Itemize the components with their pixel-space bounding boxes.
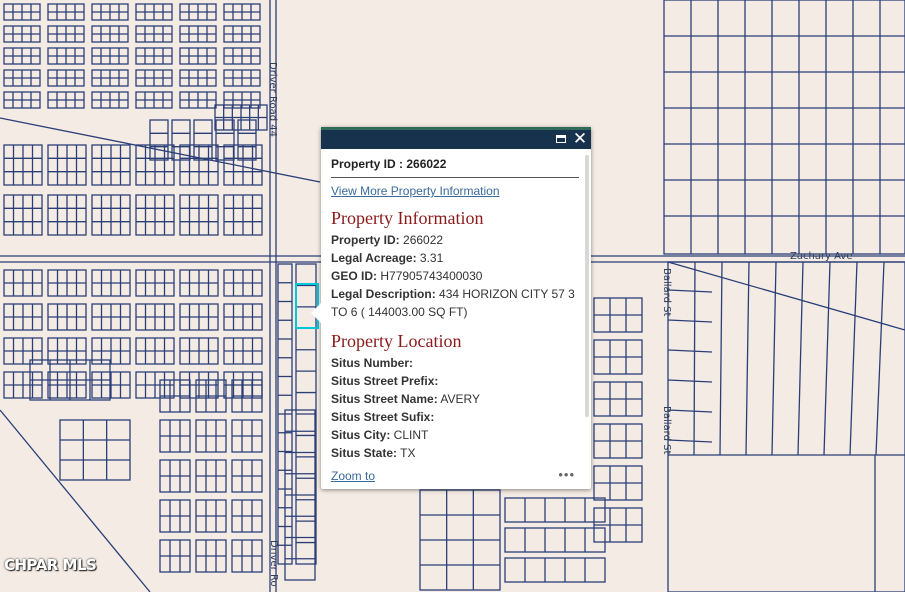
property-id-heading: Property ID : 266022 bbox=[331, 157, 579, 178]
info-row: Legal Acreage: 3.31 bbox=[331, 251, 444, 265]
view-more-link[interactable]: View More Property Information bbox=[331, 184, 500, 198]
maximize-icon[interactable] bbox=[553, 132, 569, 148]
info-row: Situs City: CLINT bbox=[331, 428, 429, 442]
road-label-zachary-ave: Zachary Ave bbox=[790, 251, 853, 262]
info-row: Situs Number: bbox=[331, 356, 414, 370]
popup-content[interactable]: Property ID : 266022 View More Property … bbox=[331, 157, 579, 457]
more-options-icon[interactable]: ••• bbox=[558, 467, 575, 482]
popup-titlebar: ✕ bbox=[321, 127, 591, 149]
info-row: Situs Street Prefix: bbox=[331, 374, 439, 388]
info-row: Legal Description: 434 HORIZON CITY 57 3… bbox=[331, 287, 575, 319]
info-row: Situs Street Sufix: bbox=[331, 410, 435, 424]
road-label-ballard-st: Ballard St bbox=[661, 268, 672, 317]
close-icon[interactable]: ✕ bbox=[572, 131, 588, 148]
mls-watermark: CHPAR MLS bbox=[4, 556, 97, 574]
popup-pointer bbox=[311, 303, 321, 323]
road-label-ballard-st-south: Ballard St bbox=[661, 406, 672, 455]
info-row: Situs Street Name: AVERY bbox=[331, 392, 480, 406]
road-label-driver-road: Driver Road 44 bbox=[267, 62, 278, 137]
property-popup: ✕ Property ID : 266022 View More Propert… bbox=[311, 127, 591, 489]
info-row: GEO ID: H77905743400030 bbox=[331, 269, 483, 283]
popup-footer: Zoom to ••• bbox=[331, 467, 581, 483]
road-label-driver-road-south: Driver Ro bbox=[268, 540, 279, 587]
section-title-property-information: Property Information bbox=[331, 208, 484, 228]
popup-scrollbar[interactable] bbox=[585, 155, 589, 417]
section-title-property-location: Property Location bbox=[331, 331, 462, 351]
info-row: Property ID: 266022 bbox=[331, 233, 444, 247]
info-row: Situs State: TX bbox=[331, 446, 416, 457]
zoom-to-link[interactable]: Zoom to bbox=[331, 469, 375, 483]
